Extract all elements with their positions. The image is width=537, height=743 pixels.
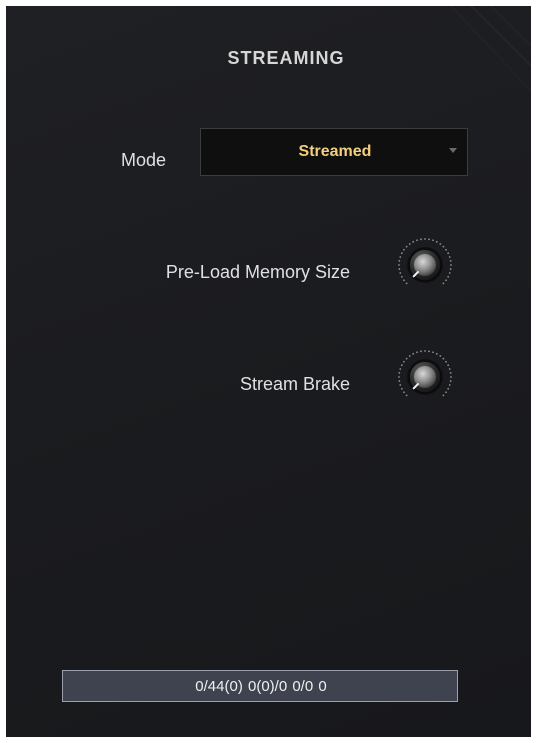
knob-scale-dot (442, 282, 445, 285)
chevron-down-icon (449, 148, 457, 153)
knob-scale-dot (445, 248, 447, 251)
knob-scale-dot (448, 256, 451, 258)
knob-scale-dot (447, 364, 450, 367)
knob-scale-dot (405, 357, 408, 360)
knob-scale-dot (403, 360, 405, 363)
knob-scale-dot (400, 275, 403, 278)
knob-scale-dot (398, 380, 401, 382)
knob-scale-dot (398, 264, 400, 266)
knob-scale-dot (398, 268, 401, 270)
knob-scale-dot (405, 245, 408, 248)
knob-scale-dot (424, 238, 426, 240)
knob-scale-dot (447, 387, 450, 390)
knob-scale-dot (400, 364, 403, 367)
knob-scale-dot (432, 351, 434, 354)
knob-scale-dot (420, 350, 422, 353)
knob-scale-dot (398, 376, 400, 378)
knob-scale-dot (447, 252, 450, 255)
knob-scale-dot (442, 357, 445, 360)
preload-memory-label: Pre-Load Memory Size (165, 262, 350, 282)
knob-scale-dot (449, 268, 452, 270)
knob-scale-dot (448, 368, 451, 370)
knob-scale-dot (408, 243, 411, 245)
knob-scale-dot (400, 252, 403, 255)
knob-scale-dot (428, 350, 430, 353)
knob-scale-dot (449, 380, 452, 382)
knob-scale-dot (442, 245, 445, 248)
streaming-panel: STREAMING Mode Streamed Pre-Load Memory … (6, 6, 531, 737)
knob-scale-dot (398, 372, 401, 374)
status-text: 0/44(0) 0(0)/0 0/0 0 (195, 678, 327, 695)
knob-scale-dot (439, 243, 442, 245)
knob-scale-dot (435, 352, 438, 355)
knob-scale-dot (405, 394, 408, 397)
mode-dropdown[interactable]: Streamed (200, 128, 468, 176)
knob-scale-dot (405, 282, 408, 285)
knob-scale-dot (448, 272, 451, 274)
knob-scale-dot (403, 279, 405, 282)
knob-scale-dot (399, 272, 402, 274)
stream-brake-knob[interactable] (396, 348, 454, 406)
knob-scale-dot (449, 260, 452, 262)
knob-scale-dot (408, 355, 411, 357)
knob-scale-dot (398, 260, 401, 262)
status-bar: 0/44(0) 0(0)/0 0/0 0 (62, 670, 458, 702)
knob-scale-dot (447, 275, 450, 278)
stream-brake-label: Stream Brake (239, 374, 350, 394)
mode-dropdown-value: Streamed (298, 143, 372, 160)
knob-scale-dot (412, 240, 415, 243)
knob-scale-dot (399, 256, 402, 258)
knob-scale-dot (450, 264, 452, 266)
knob-scale-dot (439, 355, 442, 357)
knob-scale-dot (450, 376, 452, 378)
knob-scale-dot (449, 372, 452, 374)
knob-scale-dot (399, 368, 402, 370)
knob-scale-dot (448, 384, 451, 386)
knob-scale-dot (403, 248, 405, 251)
knob-scale-dot (403, 391, 405, 394)
knob-scale-dot (400, 387, 403, 390)
knob-scale-dot (399, 384, 402, 386)
mode-label: Mode (120, 150, 166, 170)
knob-scale-dot (445, 279, 447, 282)
knob-scale-dot (435, 240, 438, 243)
knob-scale-dot (416, 351, 418, 354)
knob-scale-dot (432, 239, 434, 242)
knob-scale-dot (442, 394, 445, 397)
panel-title: STREAMING (227, 48, 345, 68)
knob-scale-dot (428, 238, 430, 241)
knob-scale-dot (445, 360, 447, 363)
knob-scale-dot (424, 350, 426, 352)
knob-scale-dot (416, 239, 418, 242)
knob-scale-dot (420, 238, 422, 241)
knob-scale-dot (412, 352, 415, 355)
knob-scale-dot (445, 391, 447, 394)
preload-memory-knob[interactable] (396, 236, 454, 294)
